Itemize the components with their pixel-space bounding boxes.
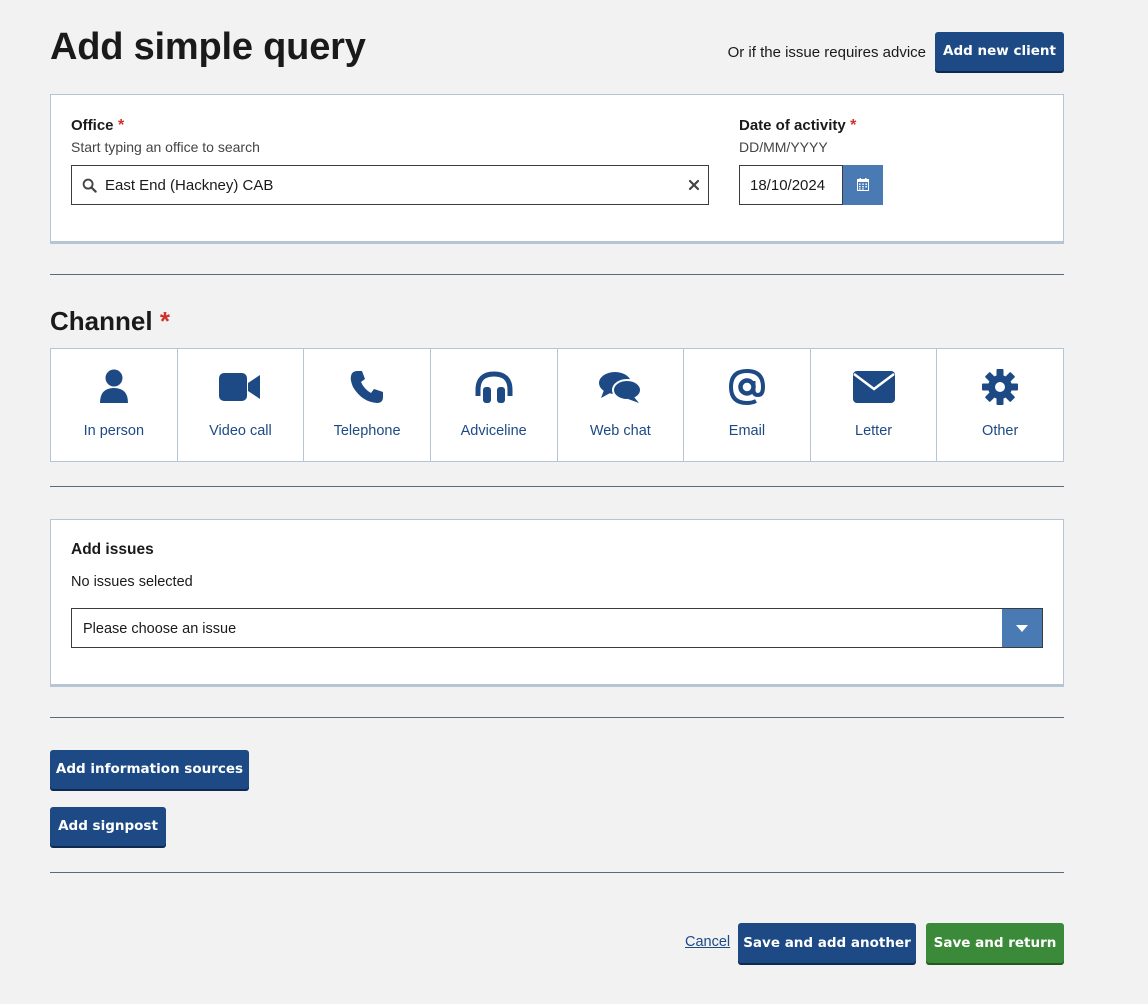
date-label: Date of activity: [739, 117, 846, 134]
channel-email[interactable]: Email: [684, 349, 811, 461]
save-and-add-another-button[interactable]: Save and add another: [738, 923, 916, 963]
channel-label: Adviceline: [460, 423, 527, 439]
calendar-icon: [857, 178, 869, 196]
office-hint: Start typing an office to search: [71, 139, 260, 155]
channel-label: Letter: [855, 423, 893, 439]
section-divider: [50, 717, 1064, 718]
add-information-sources-button[interactable]: Add information sources: [50, 750, 249, 789]
chevron-down-icon[interactable]: [1002, 609, 1042, 647]
video-camera-icon: [219, 372, 261, 407]
section-divider: [50, 274, 1064, 275]
person-icon: [99, 369, 129, 410]
channel-label: Telephone: [333, 423, 401, 439]
channel-label: Web chat: [589, 423, 651, 439]
issues-status: No issues selected: [71, 574, 193, 590]
channel-other[interactable]: Other: [937, 349, 1063, 461]
channel-label: Video call: [209, 423, 272, 439]
at-sign-icon: [728, 368, 765, 410]
channel-label: Email: [728, 423, 766, 439]
issues-panel: [50, 519, 1064, 687]
calendar-button[interactable]: [843, 165, 883, 205]
save-and-return-button[interactable]: Save and return: [926, 923, 1064, 963]
issues-title: Add issues: [71, 541, 154, 558]
date-input[interactable]: 18/10/2024: [739, 165, 843, 205]
office-input-value: East End (Hackney) CAB: [105, 177, 274, 194]
section-divider: [50, 486, 1064, 487]
office-required-mark: *: [117, 117, 125, 134]
channel-telephone[interactable]: Telephone: [304, 349, 431, 461]
channel-adviceline[interactable]: Adviceline: [431, 349, 558, 461]
channel-label: In person: [83, 423, 145, 439]
search-icon: [82, 178, 97, 198]
office-label-group: Office *: [71, 117, 124, 135]
channel-video-call[interactable]: Video call: [178, 349, 305, 461]
gear-icon: [982, 368, 1019, 410]
date-format-hint: DD/MM/YYYY: [739, 139, 828, 155]
channel-in-person[interactable]: In person: [51, 349, 178, 461]
office-label: Office: [71, 117, 114, 134]
channel-title-text: Channel: [50, 306, 153, 336]
add-signpost-button[interactable]: Add signpost: [50, 807, 166, 846]
phone-icon: [350, 370, 384, 409]
issue-select[interactable]: Please choose an issue: [71, 608, 1043, 648]
date-label-group: Date of activity *: [739, 117, 856, 135]
date-required-mark: *: [850, 117, 857, 134]
envelope-icon: [852, 370, 895, 408]
chat-bubbles-icon: [598, 370, 643, 409]
channel-options: In person Video call Telephone Advicelin…: [50, 348, 1064, 462]
issue-select-value: Please choose an issue: [83, 621, 237, 637]
section-divider: [50, 872, 1064, 873]
cancel-link[interactable]: Cancel: [685, 934, 730, 950]
channel-letter[interactable]: Letter: [811, 349, 938, 461]
close-icon[interactable]: [688, 175, 700, 196]
channel-heading: Channel *: [50, 306, 170, 337]
channel-label: Other: [982, 423, 1019, 439]
channel-web-chat[interactable]: Web chat: [558, 349, 685, 461]
headset-icon: [474, 370, 514, 409]
add-new-client-button[interactable]: Add new client: [935, 32, 1064, 71]
channel-required-mark: *: [159, 306, 170, 336]
office-search-input[interactable]: East End (Hackney) CAB: [71, 165, 709, 205]
advice-hint-text: Or if the issue requires advice: [727, 44, 926, 61]
